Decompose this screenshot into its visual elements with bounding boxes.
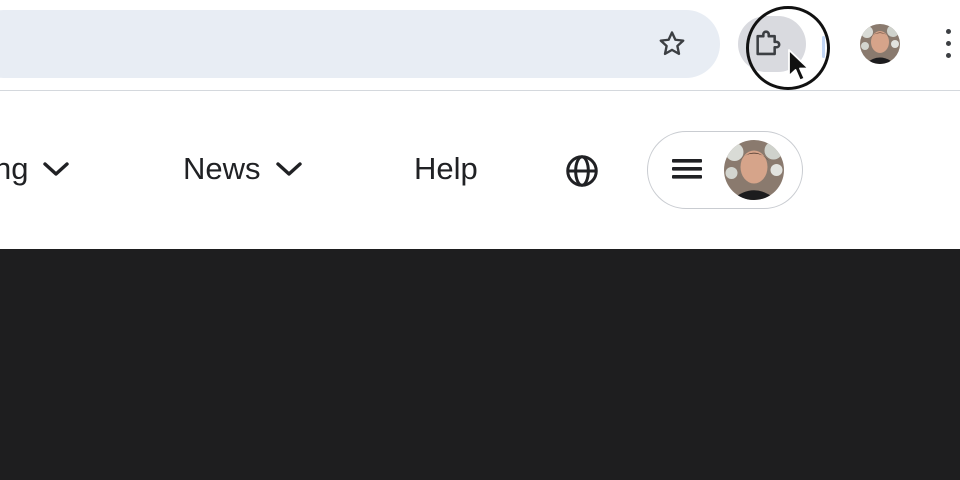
nav-item-label: News <box>183 151 261 186</box>
chevron-down-icon <box>275 159 303 179</box>
profile-avatar[interactable] <box>860 24 900 64</box>
address-bar[interactable] <box>0 10 720 78</box>
site-header: ng News Help <box>0 91 960 248</box>
account-menu-button[interactable] <box>647 131 803 209</box>
dark-content-area <box>0 249 960 480</box>
chevron-down-icon <box>42 159 70 179</box>
globe-icon[interactable] <box>563 152 601 190</box>
bookmark-star-icon[interactable] <box>652 24 692 64</box>
nav-item-news[interactable]: News <box>183 147 303 191</box>
nav-item-help[interactable]: Help <box>414 147 478 191</box>
nav-item-label: ng <box>0 151 29 186</box>
account-avatar <box>724 140 784 200</box>
browser-toolbar <box>0 0 960 91</box>
hamburger-icon <box>672 159 702 179</box>
extensions-button[interactable] <box>738 16 806 72</box>
browser-window: ng News Help <box>0 0 960 480</box>
vertical-dots-icon[interactable] <box>940 26 960 62</box>
toolbar-divider <box>822 36 825 58</box>
nav-item-label: Help <box>414 151 478 186</box>
puzzle-piece-icon <box>756 30 781 56</box>
nav-item-partial[interactable]: ng <box>0 147 70 191</box>
